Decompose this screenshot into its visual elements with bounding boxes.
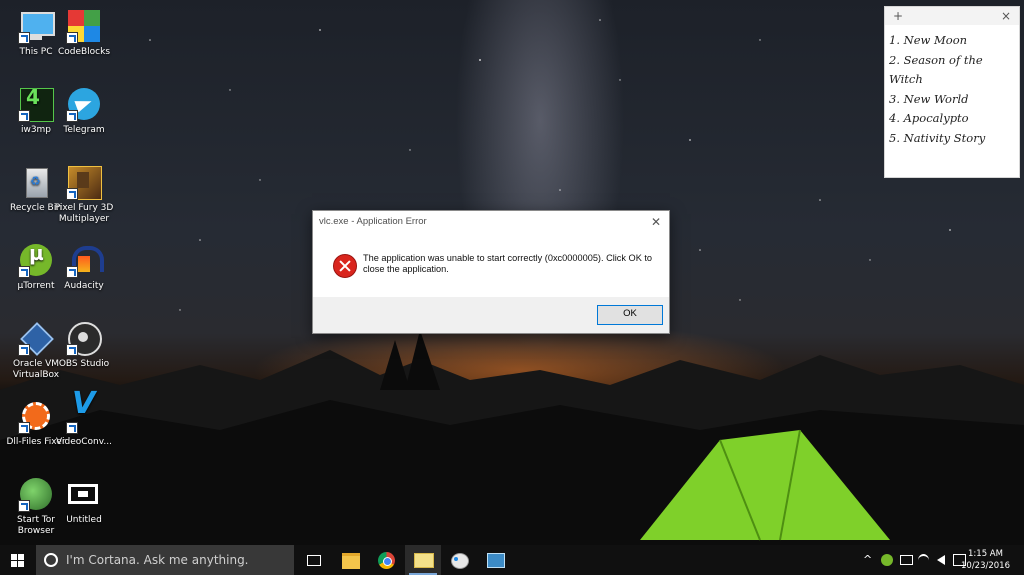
clock-time: 1:15 AM — [968, 549, 1003, 559]
list-item: 1. New Moon — [889, 33, 968, 47]
desktop-icon-codeblocks[interactable]: CodeBlocks — [48, 8, 120, 58]
task-view-icon — [307, 555, 321, 566]
shortcut-arrow-icon — [66, 422, 78, 434]
desktop-icon-telegram[interactable]: Telegram — [48, 86, 120, 136]
wallpaper-mountains — [0, 330, 1024, 545]
dialog-footer: OK — [313, 297, 669, 333]
folder-icon — [342, 553, 360, 569]
audacity-icon — [66, 242, 104, 278]
shortcut-arrow-icon — [18, 266, 30, 278]
sticky-note-list[interactable]: 1. New Moon 2. Season of the Witch 3. Ne… — [885, 25, 1019, 148]
tray-chevron[interactable]: ^ — [863, 553, 872, 566]
app-icon — [487, 553, 505, 568]
desktop-icon-pixel-fury[interactable]: Pixel Fury 3D Multiplayer — [48, 164, 120, 225]
taskbar: I'm Cortana. Ask me anything. ^ 1:15 AM … — [0, 545, 1024, 575]
desktop-icon-videoconv[interactable]: V VideoConv... — [48, 389, 120, 448]
cortana-search-box[interactable]: I'm Cortana. Ask me anything. — [36, 545, 294, 575]
task-view-button[interactable] — [296, 545, 332, 575]
search-placeholder: I'm Cortana. Ask me anything. — [66, 553, 249, 567]
sticky-add-button[interactable]: + — [893, 9, 903, 23]
dialog-message: The application was unable to start corr… — [363, 253, 653, 274]
sticky-note-header: + × — [885, 7, 1019, 25]
tray-wifi-icon[interactable] — [918, 554, 929, 567]
app-window-icon — [414, 553, 434, 568]
cortana-icon — [44, 553, 58, 567]
desktop-icon-audacity[interactable]: Audacity — [48, 242, 120, 292]
shortcut-arrow-icon — [66, 110, 78, 122]
list-item: 4. Apocalypto — [889, 111, 969, 125]
codeblocks-icon — [66, 8, 102, 44]
error-icon — [333, 254, 357, 278]
tray-volume-icon[interactable] — [937, 555, 945, 565]
start-button[interactable] — [0, 545, 36, 575]
shortcut-arrow-icon — [66, 32, 78, 44]
taskbar-vlc-active[interactable] — [405, 545, 441, 575]
sticky-close-button[interactable]: × — [1001, 9, 1011, 23]
shortcut-arrow-icon — [18, 422, 30, 434]
clock-date: 10/23/2016 — [961, 561, 1010, 571]
tray-power-icon[interactable] — [900, 555, 913, 565]
ok-button[interactable]: OK — [597, 305, 663, 325]
taskbar-chrome[interactable] — [369, 545, 405, 575]
shortcut-arrow-icon — [18, 32, 30, 44]
list-item: 3. New World — [889, 91, 969, 106]
list-item: 2. Season of the Witch — [889, 52, 983, 87]
telegram-icon — [66, 86, 102, 122]
dialog-titlebar[interactable]: vlc.exe - Application Error ✕ — [313, 211, 669, 233]
shortcut-arrow-icon — [66, 266, 78, 278]
shortcut-arrow-icon — [66, 188, 78, 200]
tray-utorrent-icon[interactable] — [881, 554, 893, 566]
shortcut-arrow-icon — [18, 344, 30, 356]
application-error-dialog: vlc.exe - Application Error ✕ The applic… — [312, 210, 670, 334]
desktop-icon-untitled[interactable]: Untitled — [48, 476, 120, 526]
desktop-icon-obs[interactable]: OBS Studio — [48, 320, 120, 370]
windows-logo-icon — [11, 554, 24, 567]
shortcut-arrow-icon — [18, 500, 30, 512]
dialog-close-button[interactable]: ✕ — [651, 211, 661, 233]
untitled-icon — [66, 476, 102, 512]
shortcut-arrow-icon — [66, 344, 78, 356]
dialog-title: vlc.exe - Application Error — [319, 216, 427, 227]
list-item: 5. Nativity Story — [889, 130, 986, 145]
pixel-fury-icon — [66, 164, 102, 200]
videoconv-icon: V — [66, 389, 102, 434]
paint-icon — [451, 553, 469, 569]
obs-icon — [66, 320, 102, 356]
taskbar-file-explorer[interactable] — [333, 545, 369, 575]
taskbar-app[interactable] — [477, 545, 513, 575]
shortcut-arrow-icon — [18, 110, 30, 122]
taskbar-paint[interactable] — [441, 545, 477, 575]
sticky-note[interactable]: + × 1. New Moon 2. Season of the Witch 3… — [884, 6, 1020, 178]
taskbar-clock[interactable]: 1:15 AM 10/23/2016 — [961, 548, 1010, 572]
